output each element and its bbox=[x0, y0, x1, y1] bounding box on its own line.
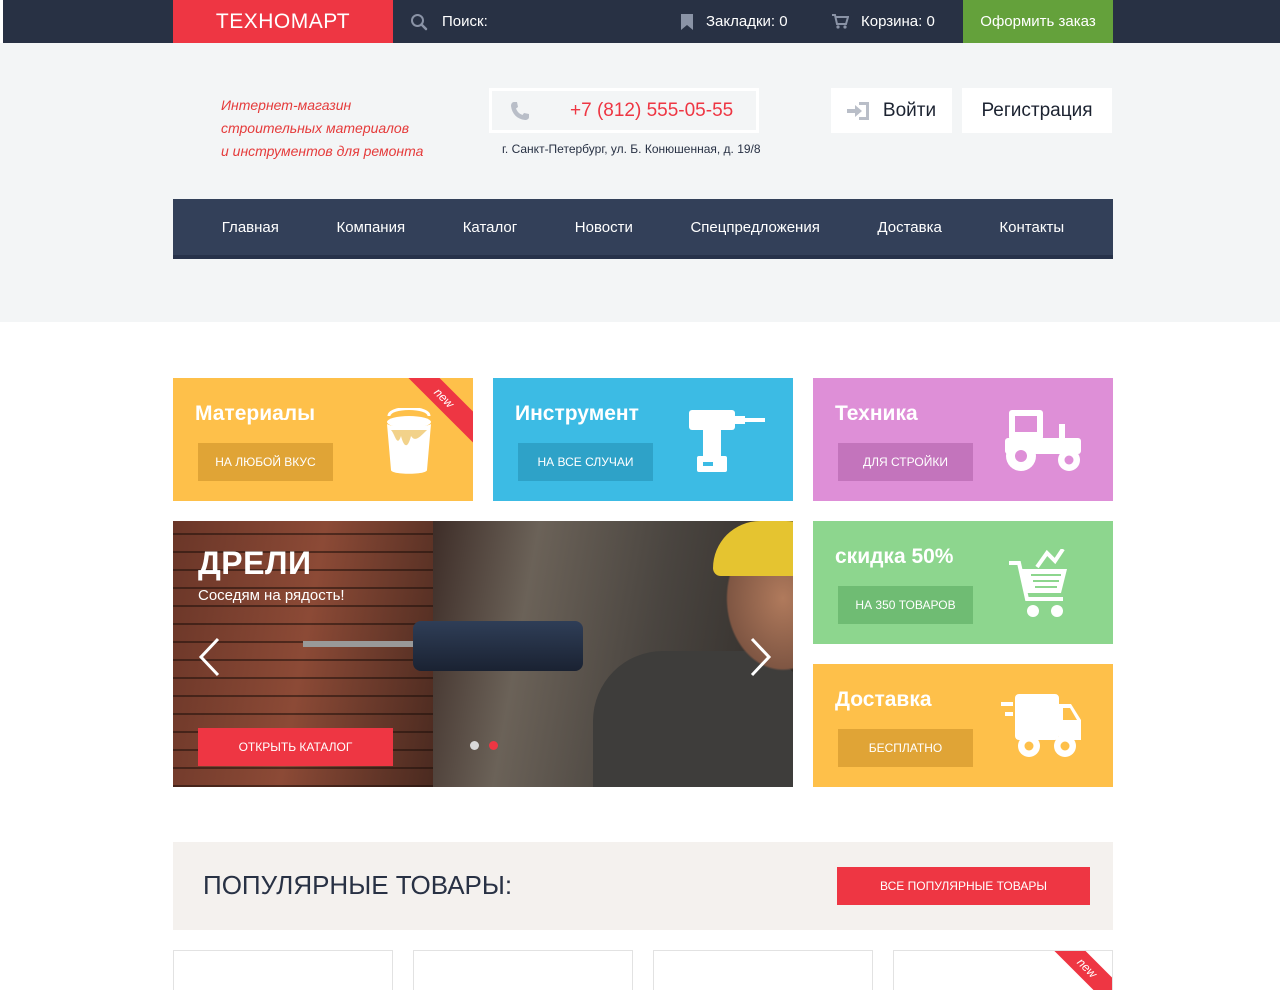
slide-image-helmet bbox=[713, 521, 793, 576]
nav-item-special-offers[interactable]: Спецпредложения bbox=[690, 219, 819, 236]
slide-image-drill bbox=[413, 621, 583, 671]
tagline: Интернет-магазин строительных материалов… bbox=[221, 94, 423, 163]
tile-button[interactable]: БЕСПЛАТНО bbox=[838, 729, 973, 767]
chevron-right-icon[interactable] bbox=[750, 637, 772, 677]
bookmarks-link[interactable]: Закладки: 0 bbox=[680, 0, 788, 43]
slider-dot[interactable] bbox=[470, 741, 479, 750]
slide-image-drill-bit bbox=[303, 641, 413, 647]
logo[interactable]: ТЕХНОМАРТ bbox=[173, 0, 393, 47]
new-ribbon: new bbox=[1040, 951, 1112, 990]
nav-item-company[interactable]: Компания bbox=[336, 219, 405, 236]
product-card[interactable]: new bbox=[893, 950, 1113, 990]
shopping-cart-icon bbox=[1009, 549, 1067, 617]
phone-number: +7 (812) 555-05-55 bbox=[570, 99, 734, 121]
all-popular-button[interactable]: ВСЕ ПОПУЛЯРНЫЕ ТОВАРЫ bbox=[837, 867, 1090, 905]
main-nav: Главная Компания Каталог Новости Спецпре… bbox=[173, 199, 1113, 259]
register-button[interactable]: Регистрация bbox=[962, 88, 1112, 133]
nav-item-home[interactable]: Главная bbox=[222, 219, 279, 236]
login-label: Войти bbox=[882, 99, 937, 121]
product-card[interactable] bbox=[653, 950, 873, 990]
tile-title: Материалы bbox=[195, 402, 316, 425]
tile-button[interactable]: НА 350 ТОВАРОВ bbox=[838, 586, 973, 624]
cart-link[interactable]: Корзина: 0 bbox=[832, 0, 935, 43]
open-catalog-button[interactable]: ОТКРЫТЬ КАТАЛОГ bbox=[198, 728, 393, 766]
tagline-line: Интернет-магазин bbox=[221, 97, 352, 113]
tile-title: Доставка bbox=[835, 688, 932, 711]
cart-icon bbox=[832, 14, 849, 29]
tile-button[interactable]: НА ЛЮБОЙ ВКУС bbox=[198, 443, 333, 481]
slide-subtitle: Соседям на рядость! bbox=[198, 587, 345, 604]
slider-dot-active[interactable] bbox=[489, 741, 498, 750]
search-label: Поиск: bbox=[442, 13, 488, 30]
tagline-line: и инструментов для ремонта bbox=[221, 143, 424, 159]
truck-icon bbox=[1001, 694, 1081, 757]
tile-title: скидка 50% bbox=[835, 545, 954, 568]
login-button[interactable]: Войти bbox=[831, 88, 952, 133]
paint-bucket-icon bbox=[387, 408, 431, 474]
search-field[interactable]: Поиск: bbox=[410, 0, 488, 43]
popular-section: ПОПУЛЯРНЫЕ ТОВАРЫ: ВСЕ ПОПУЛЯРНЫЕ ТОВАРЫ bbox=[173, 842, 1113, 930]
tile-machines[interactable]: Техника ДЛЯ СТРОЙКИ bbox=[813, 378, 1113, 501]
product-card[interactable] bbox=[173, 950, 393, 990]
tile-discount[interactable]: скидка 50% НА 350 ТОВАРОВ bbox=[813, 521, 1113, 644]
login-icon bbox=[846, 101, 869, 120]
tile-button[interactable]: НА ВСЕ СЛУЧАИ bbox=[518, 443, 653, 481]
tile-tools[interactable]: Инструмент НА ВСЕ СЛУЧАИ bbox=[493, 378, 793, 501]
bookmarks-label: Закладки: 0 bbox=[706, 13, 788, 30]
nav-item-news[interactable]: Новости bbox=[575, 219, 633, 236]
tile-materials[interactable]: Материалы НА ЛЮБОЙ ВКУС new bbox=[173, 378, 473, 501]
slider-dots bbox=[470, 741, 498, 750]
phone-box[interactable]: +7 (812) 555-05-55 bbox=[489, 88, 759, 133]
chevron-left-icon[interactable] bbox=[198, 637, 220, 677]
promo-slider: ДРЕЛИ Соседям на рядость! ОТКРЫТЬ КАТАЛО… bbox=[173, 521, 793, 787]
nav-item-delivery[interactable]: Доставка bbox=[877, 219, 941, 236]
order-button[interactable]: Оформить заказ bbox=[963, 0, 1113, 43]
tile-delivery[interactable]: Доставка БЕСПЛАТНО bbox=[813, 664, 1113, 787]
nav-item-catalog[interactable]: Каталог bbox=[463, 219, 518, 236]
slide-title: ДРЕЛИ bbox=[198, 545, 312, 581]
phone-icon bbox=[511, 101, 529, 120]
bookmark-icon bbox=[681, 13, 693, 30]
tractor-icon bbox=[1005, 410, 1081, 471]
header bbox=[0, 43, 1280, 322]
tagline-line: строительных материалов bbox=[221, 120, 410, 136]
search-icon bbox=[411, 13, 428, 30]
popular-title: ПОПУЛЯРНЫЕ ТОВАРЫ: bbox=[203, 870, 513, 900]
cart-label: Корзина: 0 bbox=[861, 13, 935, 30]
tile-button[interactable]: ДЛЯ СТРОЙКИ bbox=[838, 443, 973, 481]
product-card[interactable] bbox=[413, 950, 633, 990]
tile-title: Техника bbox=[835, 402, 918, 425]
drill-icon bbox=[689, 410, 765, 472]
nav-item-contacts[interactable]: Контакты bbox=[999, 219, 1064, 236]
tile-title: Инструмент bbox=[515, 402, 639, 425]
address: г. Санкт-Петербург, ул. Б. Конюшенная, д… bbox=[502, 142, 761, 156]
